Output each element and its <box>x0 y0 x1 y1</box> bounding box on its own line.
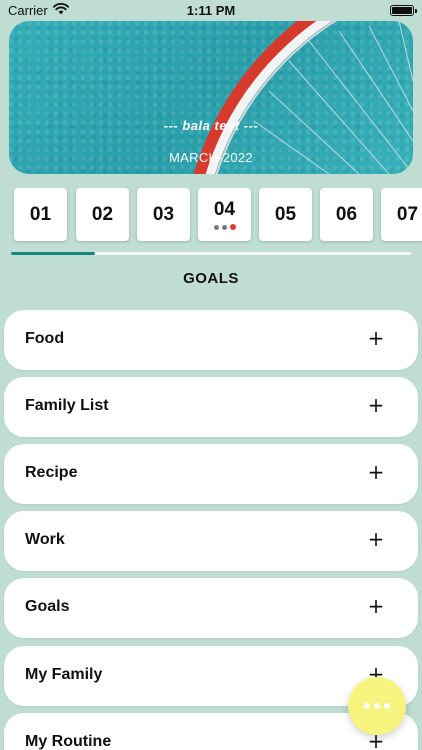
banner-title: --- bala test --- <box>163 118 259 133</box>
battery-icon <box>390 5 417 16</box>
goal-label: My Routine <box>25 733 112 750</box>
day-number: 03 <box>152 203 175 225</box>
goal-item-recipe[interactable]: Recipe + <box>4 444 418 504</box>
banner-image: --- bala test --- MARCH-2022 <box>9 21 413 174</box>
banner-month: MARCH-2022 <box>169 150 253 165</box>
goal-item-goals[interactable]: Goals + <box>4 578 418 638</box>
more-dots-icon <box>384 703 390 709</box>
section-title: GOALS <box>183 270 239 287</box>
goal-label: Work <box>25 531 65 548</box>
goal-label: Goals <box>25 598 70 615</box>
goal-label: My Family <box>25 666 103 683</box>
add-icon[interactable]: + <box>364 460 388 484</box>
event-dots <box>213 224 236 231</box>
goal-label: Food <box>25 330 65 347</box>
day-number: 01 <box>29 203 52 225</box>
more-dots-icon <box>374 703 380 709</box>
add-icon[interactable]: + <box>364 326 388 350</box>
day-chip-03[interactable]: 03 <box>137 188 190 241</box>
status-time: 1:11 PM <box>186 3 236 18</box>
goal-item-food[interactable]: Food + <box>4 310 418 370</box>
goal-item-family-list[interactable]: Family List + <box>4 377 418 437</box>
day-chip-04[interactable]: 04 <box>198 188 251 241</box>
event-dot <box>221 224 227 230</box>
more-dots-icon <box>364 703 370 709</box>
day-number: 02 <box>91 203 114 225</box>
day-chip-02[interactable]: 02 <box>76 188 129 241</box>
day-number: 06 <box>335 203 358 225</box>
day-chip-01[interactable]: 01 <box>14 188 67 241</box>
day-chip-05[interactable]: 05 <box>259 188 312 241</box>
day-number: 04 <box>213 198 236 220</box>
day-scroll-indicator-fill <box>11 252 95 255</box>
goal-item-work[interactable]: Work + <box>4 511 418 571</box>
add-icon[interactable]: + <box>364 527 388 551</box>
event-dot <box>213 224 219 230</box>
day-number: 05 <box>274 203 297 225</box>
status-bar: Carrier 1:11 PM <box>0 0 422 22</box>
goal-label: Recipe <box>25 464 78 481</box>
day-scroll-indicator <box>11 252 411 255</box>
day-selector[interactable]: 01 02 03 04 05 06 07 <box>0 188 422 244</box>
event-dot-active <box>229 224 236 230</box>
add-icon[interactable]: + <box>364 393 388 417</box>
add-icon[interactable]: + <box>364 594 388 618</box>
goal-label: Family List <box>25 397 109 414</box>
day-chip-06[interactable]: 06 <box>320 188 373 241</box>
day-chip-07[interactable]: 07 <box>381 188 422 241</box>
more-actions-button[interactable] <box>348 677 406 735</box>
day-number: 07 <box>396 203 419 225</box>
